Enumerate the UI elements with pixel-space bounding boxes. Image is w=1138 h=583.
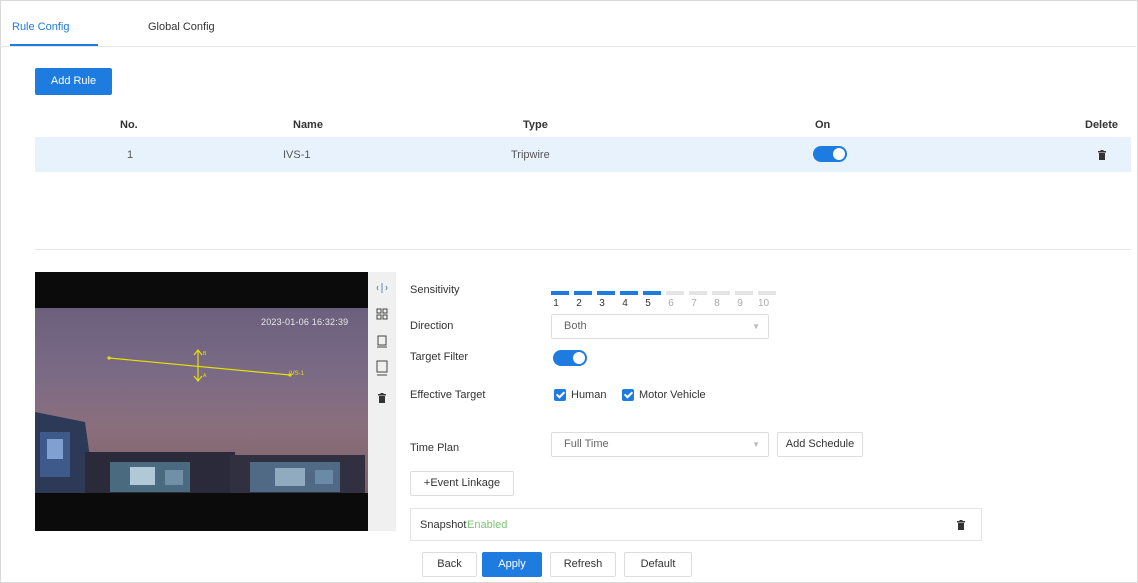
sensitivity-level-label: 1 (553, 298, 559, 309)
max-size-icon[interactable] (376, 360, 388, 376)
grid-icon[interactable] (376, 308, 388, 320)
target-filter-label: Target Filter (410, 351, 469, 363)
rule-name: IVS-1 (283, 149, 311, 161)
time-plan-value: Full Time (564, 438, 609, 450)
sensitivity-level-label: 5 (645, 298, 651, 309)
column-header-no: No. (120, 119, 138, 131)
human-checkbox[interactable] (554, 389, 566, 401)
column-header-type: Type (523, 119, 548, 131)
apply-button[interactable]: Apply (482, 552, 542, 577)
drawing-toolbar (368, 272, 396, 531)
time-plan-select[interactable]: Full Time ▼ (551, 432, 769, 457)
refresh-button[interactable]: Refresh (550, 552, 616, 577)
direction-select[interactable]: Both ▼ (551, 314, 769, 339)
direction-label: Direction (410, 320, 454, 332)
scene-objects (35, 349, 368, 531)
direction-value: Both (564, 320, 587, 332)
default-button[interactable]: Default (624, 552, 692, 577)
video-preview[interactable]: 2023-01-06 16:32:39 IVS-1 B A (35, 272, 368, 531)
column-header-name: Name (293, 119, 323, 131)
target-filter-toggle[interactable] (553, 350, 587, 366)
min-size-icon[interactable] (376, 334, 388, 348)
chevron-down-icon: ▼ (752, 440, 760, 449)
sensitivity-level-label: 7 (691, 298, 697, 309)
rules-table: No. Name Type On Delete (35, 107, 1131, 250)
snapshot-status: Enabled (467, 519, 508, 531)
sensitivity-level-label: 10 (758, 298, 770, 309)
sensitivity-segment[interactable] (666, 291, 684, 295)
motor-vehicle-checkbox-label: Motor Vehicle (639, 389, 706, 401)
sensitivity-level-label: 3 (599, 298, 605, 309)
sensitivity-segment[interactable] (689, 291, 707, 295)
sensitivity-segment[interactable] (758, 291, 776, 295)
add-rule-button[interactable]: Add Rule (35, 68, 112, 95)
rule-no: 1 (127, 149, 134, 161)
sensitivity-level-label: 4 (622, 298, 628, 309)
column-header-delete: Delete (1085, 119, 1119, 131)
tab-global-config[interactable]: Global Config (148, 21, 215, 33)
delete-snapshot-icon[interactable] (957, 520, 965, 530)
delete-rule-icon[interactable] (1098, 150, 1106, 160)
motor-vehicle-checkbox[interactable] (622, 389, 634, 401)
snapshot-label: Snapshot (420, 519, 467, 531)
time-plan-label: Time Plan (410, 442, 460, 454)
sensitivity-segment[interactable] (551, 291, 569, 295)
column-header-on: On (815, 119, 831, 131)
sensitivity-level-label: 9 (737, 298, 743, 309)
arrow-b-label: B (203, 351, 207, 357)
sensitivity-segment[interactable] (643, 291, 661, 295)
clear-drawing-icon[interactable] (376, 393, 388, 405)
sensitivity-level-label: 8 (714, 298, 720, 309)
event-linkage-button[interactable]: +Event Linkage (410, 471, 514, 496)
sensitivity-segment[interactable] (620, 291, 638, 295)
sensitivity-level-label: 2 (576, 298, 582, 309)
sensitivity-segment[interactable] (574, 291, 592, 295)
sensitivity-segment[interactable] (597, 291, 615, 295)
back-button[interactable]: Back (422, 552, 477, 577)
human-checkbox-label: Human (571, 389, 607, 401)
video-timestamp: 2023-01-06 16:32:39 (261, 317, 349, 327)
draw-rule-icon[interactable] (376, 282, 388, 294)
arrow-a-label: A (203, 373, 207, 379)
chevron-down-icon: ▼ (752, 322, 760, 331)
tripwire-rule-label: IVS-1 (289, 371, 305, 377)
sensitivity-segment[interactable] (735, 291, 753, 295)
snapshot-linkage-row: Snapshot Enabled (410, 508, 982, 541)
tab-rule-config[interactable]: Rule Config (12, 21, 69, 33)
rule-type: Tripwire (511, 149, 550, 161)
table-row[interactable]: 1 IVS-1 Tripwire (35, 137, 1131, 172)
sensitivity-level-label: 6 (668, 298, 674, 309)
rule-on-toggle[interactable] (813, 146, 847, 162)
sensitivity-segment[interactable] (712, 291, 730, 295)
effective-target-label: Effective Target (410, 389, 486, 401)
sensitivity-label: Sensitivity (410, 284, 460, 296)
add-schedule-button[interactable]: Add Schedule (777, 432, 863, 457)
tab-divider (0, 46, 1136, 47)
tripwire-line (108, 357, 291, 376)
